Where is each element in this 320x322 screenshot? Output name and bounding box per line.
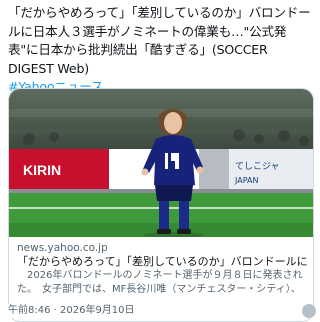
post-body: 「だからやめろって」「差別しているのか」バロンドールに日本人３選手がノミネートの… xyxy=(8,5,311,76)
card-image: KIRIN てしこジャ JAPAN xyxy=(9,89,313,237)
post-text: 「だからやめろって」「差別しているのか」バロンドールに日本人３選手がノミネートの… xyxy=(8,4,316,97)
card-meta: news.yahoo.co.jp 「だからやめろって」「差別しているのか」バロン… xyxy=(17,241,309,297)
svg-text:KIRIN: KIRIN xyxy=(23,162,61,178)
link-card[interactable]: KIRIN てしこジャ JAPAN news.yahoo.co.jp 「だからや… xyxy=(8,88,314,322)
card-headline[interactable]: 「だからやめろって」「差別しているのか」バロンドールに日本人３... xyxy=(17,255,309,269)
card-domain: news.yahoo.co.jp xyxy=(17,242,108,254)
views-icon xyxy=(302,304,316,318)
card-description: 2026年バロンドールのノミネート選手が９月８日に発表された。 女子部門では、M… xyxy=(17,270,303,295)
post-timestamp[interactable]: 午前8:46 · 2026年9月10日 xyxy=(8,304,139,318)
tweet-post: { "post": { "text": "「だからやめろって」「差別しているのか… xyxy=(0,0,320,322)
svg-text:てしこジャ: てしこジャ xyxy=(235,161,280,172)
svg-text:JAPAN: JAPAN xyxy=(234,176,258,185)
